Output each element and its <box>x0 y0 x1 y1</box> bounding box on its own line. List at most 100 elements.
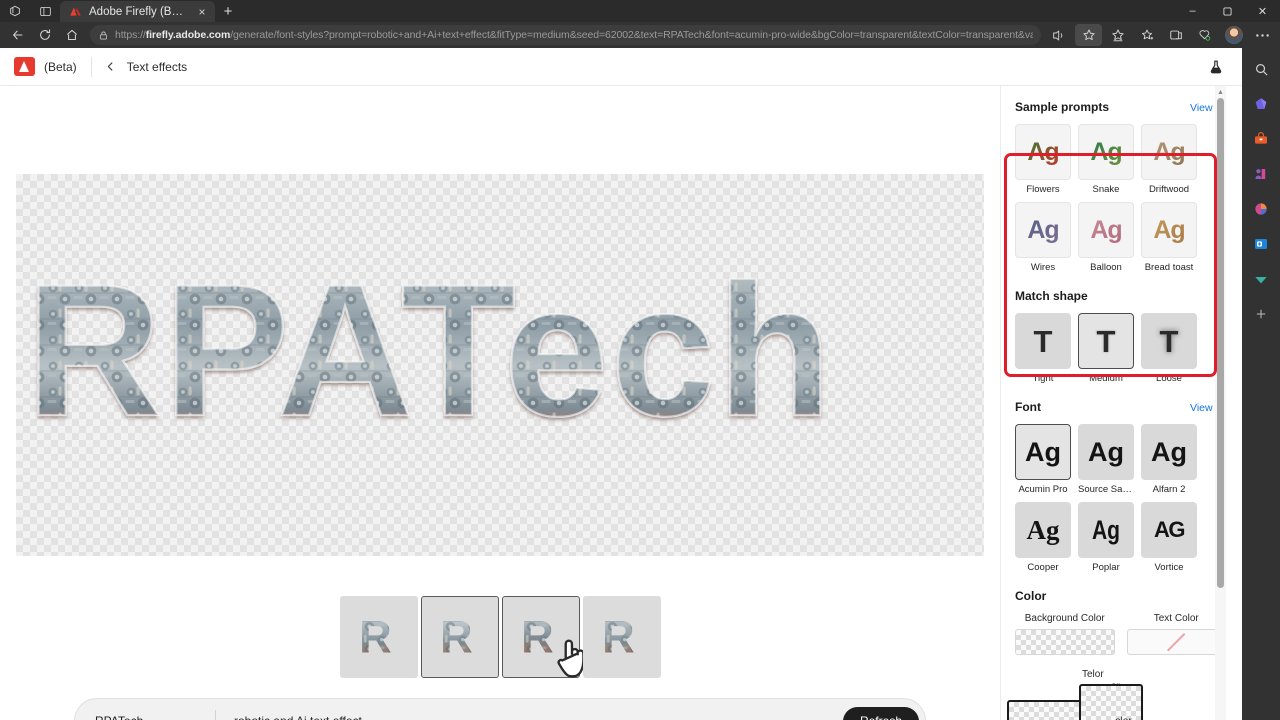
copilot-icon[interactable] <box>1248 91 1274 117</box>
add-to-favorites-icon[interactable] <box>1075 24 1102 46</box>
font-title: Font <box>1015 400 1041 414</box>
collections-icon[interactable] <box>1104 24 1131 46</box>
settings-more-icon[interactable] <box>1249 24 1276 46</box>
sample-prompt-label: Bread toast <box>1144 262 1194 273</box>
match-shape-label: Loose <box>1156 373 1182 384</box>
address-bar[interactable]: https://firefly.adobe.com/generate/font-… <box>90 25 1041 45</box>
sample-prompt-thumb[interactable]: Ag <box>1141 124 1197 180</box>
scroll-up-arrow-icon[interactable]: ▲ <box>1215 88 1226 97</box>
text-color-control[interactable]: Text Color <box>1126 613 1226 655</box>
read-aloud-icon[interactable] <box>1046 24 1073 46</box>
match-shape-section: Match shape T Tight T Medium T Loose <box>1015 289 1226 384</box>
office-icon[interactable] <box>1248 196 1274 222</box>
font-thumb[interactable]: Ag <box>1078 424 1134 480</box>
font-thumb[interactable]: Ag <box>1141 424 1197 480</box>
text-color-label: Text Color <box>1153 613 1199 624</box>
variant-thumbnail[interactable]: RR <box>420 596 499 678</box>
font-thumb[interactable]: AG <box>1141 502 1197 558</box>
font-option-cooper[interactable]: Ag Cooper <box>1015 502 1071 573</box>
ghost-overlay <box>1007 700 1117 720</box>
outlook-icon[interactable] <box>1248 231 1274 257</box>
background-color-swatch[interactable] <box>1015 629 1115 655</box>
url-text: https://firefly.adobe.com/generate/font-… <box>115 29 1033 41</box>
edge-sidebar-rail <box>1242 48 1280 720</box>
variant-thumbnail[interactable]: RR <box>339 596 418 678</box>
text-input-value[interactable]: RPATech <box>95 714 215 720</box>
search-icon[interactable] <box>1248 56 1274 82</box>
sample-prompt-thumb[interactable]: Ag <box>1015 124 1071 180</box>
preview-canvas[interactable]: RPATech RPATech RPATech <box>16 174 984 556</box>
sample-prompt-item[interactable]: Ag Driftwood <box>1141 124 1197 195</box>
sample-prompt-thumb[interactable]: Ag <box>1015 202 1071 258</box>
new-tab-button[interactable]: + <box>215 1 241 22</box>
match-shape-option-medium[interactable]: T Medium <box>1078 313 1134 384</box>
variant-thumbnail[interactable]: RR <box>501 596 585 678</box>
sample-prompt-item[interactable]: Ag Flowers <box>1015 124 1071 195</box>
sample-prompt-thumb[interactable]: Ag <box>1078 124 1134 180</box>
chevron-left-icon[interactable] <box>102 58 120 76</box>
match-shape-option-tight[interactable]: T Tight <box>1015 313 1071 384</box>
firefly-app: (Beta) Text effects RPATech RPATech RPAT… <box>0 48 1242 720</box>
favorites-list-icon[interactable] <box>1133 24 1160 46</box>
match-shape-thumb[interactable]: T <box>1015 313 1071 369</box>
panel-scrollbar-thumb[interactable] <box>1217 98 1224 588</box>
close-button[interactable]: ✕ <box>1245 0 1280 22</box>
font-label: Source Sans 3 <box>1078 484 1134 495</box>
breadcrumb[interactable]: Text effects <box>127 60 187 74</box>
sample-prompt-item[interactable]: Ag Snake <box>1078 124 1134 195</box>
svg-text:R: R <box>521 612 554 663</box>
match-shape-thumb[interactable]: T <box>1141 313 1197 369</box>
minimize-button[interactable]: – <box>1175 0 1210 22</box>
font-option-acumin-pro[interactable]: Ag Acumin Pro <box>1015 424 1071 495</box>
font-thumb[interactable]: Ag <box>1015 424 1071 480</box>
canvas-column: RPATech RPATech RPATech RR RR R R R R <box>0 86 1000 720</box>
nav-right-icons <box>1046 24 1276 46</box>
refresh-icon[interactable] <box>31 24 58 46</box>
browser-tab[interactable]: Adobe Firefly (Beta) × <box>60 1 215 22</box>
tab-list-icon[interactable] <box>30 0 60 22</box>
font-option-alfarn-2[interactable]: Ag Alfarn 2 <box>1141 424 1197 495</box>
home-icon[interactable] <box>58 24 85 46</box>
sample-prompt-label: Driftwood <box>1148 184 1190 195</box>
font-label: Vortice <box>1154 562 1184 573</box>
text-color-swatch[interactable] <box>1126 629 1226 655</box>
ag-glyph: Ag <box>1088 436 1124 467</box>
browser-window: Adobe Firefly (Beta) × + – ✕ https://fir… <box>0 0 1280 720</box>
font-option-source-sans-3[interactable]: Ag Source Sans 3 <box>1078 424 1134 495</box>
app-body: RPATech RPATech RPATech RR RR R R R R ▲ … <box>0 86 1242 720</box>
add-tool-icon[interactable] <box>1248 301 1274 327</box>
ag-glyph: Ag <box>1153 215 1185 244</box>
prompt-divider <box>215 710 216 720</box>
font-thumb[interactable]: Ag <box>1015 502 1071 558</box>
sample-prompt-item[interactable]: Ag Bread toast <box>1141 202 1197 273</box>
font-option-vortice[interactable]: AG Vortice <box>1141 502 1197 573</box>
tab-close-icon[interactable]: × <box>195 5 209 19</box>
t-glyph: T <box>1159 323 1179 359</box>
sample-prompts-grid: Ag Flowers Ag Snake Ag Driftwood Ag Wire… <box>1015 124 1226 273</box>
browser-nav-bar: https://firefly.adobe.com/generate/font-… <box>0 22 1280 48</box>
font-option-poplar[interactable]: Ag Poplar <box>1078 502 1134 573</box>
games-icon[interactable] <box>1248 161 1274 187</box>
background-color-control[interactable]: Background Color <box>1015 613 1115 655</box>
variant-thumbnail[interactable]: RR <box>582 596 661 678</box>
prompt-input-value[interactable]: robotic and Ai text effect <box>234 714 843 720</box>
sample-prompt-item[interactable]: Ag Wires <box>1015 202 1071 273</box>
sample-prompt-thumb[interactable]: Ag <box>1141 202 1197 258</box>
beaker-icon[interactable] <box>1204 55 1228 79</box>
maximize-button[interactable] <box>1210 0 1245 22</box>
split-screen-icon[interactable] <box>1162 24 1189 46</box>
back-arrow-icon[interactable] <box>4 24 31 46</box>
match-shape-thumb[interactable]: T <box>1078 313 1134 369</box>
profile-avatar[interactable] <box>1220 24 1247 46</box>
background-color-label: Background Color <box>1024 613 1105 624</box>
ghost-label-3: olor <box>1115 716 1132 720</box>
sample-prompt-item[interactable]: Ag Balloon <box>1078 202 1134 273</box>
match-shape-option-loose[interactable]: T Loose <box>1141 313 1197 384</box>
browser-essentials-icon[interactable] <box>1191 24 1218 46</box>
shopping-icon[interactable] <box>1248 126 1274 152</box>
font-thumb[interactable]: Ag <box>1078 502 1134 558</box>
refresh-button[interactable]: Refresh <box>842 706 919 720</box>
downloads-icon[interactable] <box>1248 266 1274 292</box>
sample-prompt-thumb[interactable]: Ag <box>1078 202 1134 258</box>
workspaces-icon[interactable] <box>0 0 30 22</box>
